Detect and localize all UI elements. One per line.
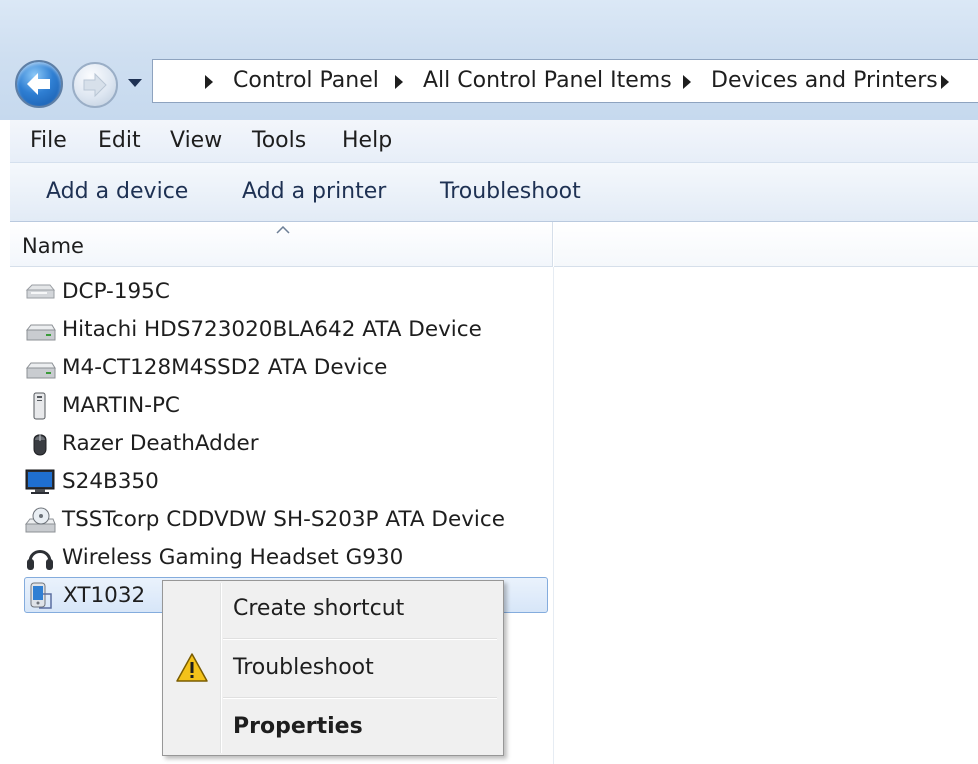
list-item[interactable]: TSSTcorp CDDVDW SH-S203P ATA Device [24, 502, 548, 538]
menu-view[interactable]: View [170, 120, 222, 162]
empty-column-header[interactable] [554, 222, 978, 267]
forward-button[interactable] [72, 62, 118, 108]
breadcrumb-separator-icon[interactable] [683, 75, 691, 89]
name-column-label: Name [22, 234, 84, 258]
hard-drive-icon [25, 324, 56, 341]
menu-edit[interactable]: Edit [98, 120, 141, 162]
list-item-label: MARTIN-PC [62, 393, 180, 418]
list-item[interactable]: MARTIN-PC [24, 388, 548, 424]
menu-help[interactable]: Help [342, 120, 392, 162]
monitor-icon [25, 469, 55, 494]
menu-file[interactable]: File [30, 120, 67, 162]
list-item-label: Hitachi HDS723020BLA642 ATA Device [62, 317, 482, 342]
list-item[interactable]: DCP-195C [24, 274, 548, 310]
menu-item-label: Create shortcut [233, 596, 405, 621]
breadcrumb-separator-icon[interactable] [205, 75, 213, 89]
address-bar[interactable]: Control Panel All Control Panel Items De… [152, 59, 978, 103]
printer-icon [25, 284, 56, 299]
list-item-label: TSSTcorp CDDVDW SH-S203P ATA Device [62, 507, 505, 532]
menu-bar: File Edit View Tools Help [10, 120, 978, 163]
forward-arrow-icon [83, 72, 107, 98]
list-item-label: DCP-195C [62, 279, 170, 304]
list-item-label: S24B350 [62, 469, 159, 494]
menu-item-label: Troubleshoot [233, 655, 374, 680]
breadcrumb-separator-icon[interactable] [941, 75, 949, 89]
list-item[interactable]: M4-CT128M4SSD2 ATA Device [24, 350, 548, 386]
add-device-button[interactable]: Add a device [46, 163, 188, 221]
optical-drive-icon [24, 507, 56, 533]
properties-menu-item[interactable]: Properties [165, 699, 501, 755]
list-item-label: Wireless Gaming Headset G930 [62, 545, 404, 570]
column-divider [553, 267, 554, 764]
breadcrumb-control-panel[interactable]: Control Panel [233, 60, 379, 102]
list-item-label: XT1032 [63, 583, 146, 608]
troubleshoot-menu-item[interactable]: Troubleshoot [165, 640, 501, 696]
create-shortcut-menu-item[interactable]: Create shortcut [165, 581, 501, 637]
menu-tools[interactable]: Tools [252, 120, 306, 162]
command-bar: Add a device Add a printer Troubleshoot [10, 163, 978, 222]
headset-icon [27, 550, 53, 570]
phone-icon [30, 582, 52, 609]
list-item-label: M4-CT128M4SSD2 ATA Device [62, 355, 388, 380]
mouse-icon [33, 434, 47, 456]
recent-pages-dropdown-icon[interactable] [126, 74, 144, 92]
breadcrumb-all-control-panel-items[interactable]: All Control Panel Items [423, 60, 672, 102]
warning-icon [176, 653, 208, 682]
sort-ascending-icon [276, 226, 290, 234]
list-item[interactable]: Wireless Gaming Headset G930 [24, 540, 548, 576]
breadcrumb-separator-icon[interactable] [395, 75, 403, 89]
hard-drive-icon [25, 362, 56, 379]
back-button[interactable] [15, 60, 63, 108]
computer-tower-icon [33, 392, 46, 420]
window-titlebar-glass: Control Panel All Control Panel Items De… [0, 0, 978, 120]
breadcrumb-devices-and-printers[interactable]: Devices and Printers [711, 60, 938, 102]
context-menu: Create shortcut Troubleshoot Properties [162, 580, 504, 756]
list-item[interactable]: Hitachi HDS723020BLA642 ATA Device [24, 312, 548, 348]
troubleshoot-button[interactable]: Troubleshoot [440, 163, 581, 221]
add-printer-button[interactable]: Add a printer [242, 163, 386, 221]
list-item[interactable]: Razer DeathAdder [24, 426, 548, 462]
list-item[interactable]: S24B350 [24, 464, 548, 500]
back-arrow-icon [27, 73, 50, 95]
menu-item-label: Properties [233, 714, 363, 739]
list-item-label: Razer DeathAdder [62, 431, 259, 456]
name-column-header[interactable]: Name [10, 222, 553, 267]
